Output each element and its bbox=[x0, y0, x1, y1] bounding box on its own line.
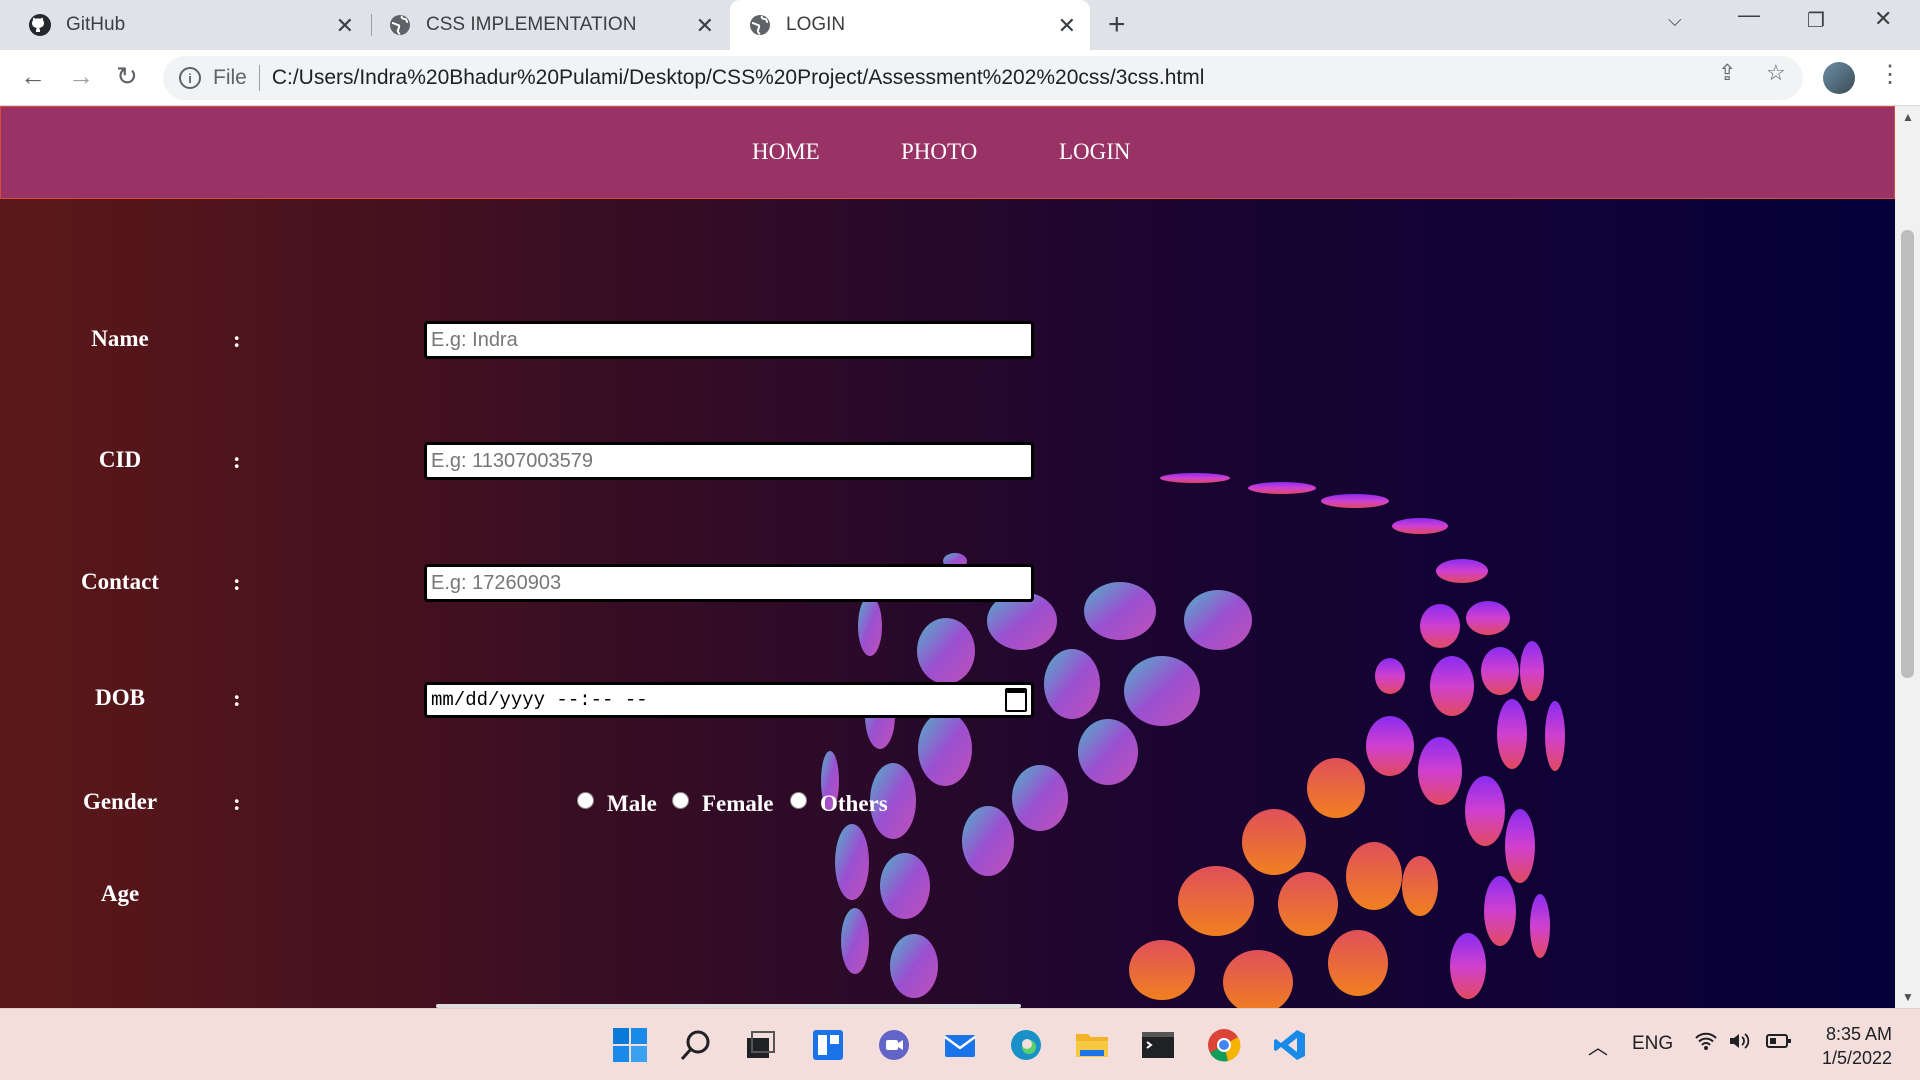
close-window-icon[interactable]: ✕ bbox=[1874, 6, 1892, 32]
volume-icon[interactable] bbox=[1728, 1031, 1752, 1057]
cid-label: CID bbox=[98, 447, 142, 472]
name-input[interactable] bbox=[424, 321, 1034, 359]
clock-time: 8:35 AM bbox=[1825, 1024, 1892, 1044]
nav-login-link[interactable]: LOGIN bbox=[1059, 139, 1131, 165]
terminal-icon[interactable] bbox=[1138, 1025, 1178, 1065]
share-icon[interactable]: ⇪ bbox=[1718, 60, 1736, 86]
minimize-icon[interactable]: — bbox=[1738, 2, 1760, 28]
gender-colon: : bbox=[233, 790, 241, 815]
calendar-icon[interactable] bbox=[1005, 688, 1027, 712]
forward-arrow-icon[interactable]: → bbox=[68, 61, 94, 92]
scroll-down-arrow-icon[interactable]: ▼ bbox=[1902, 990, 1914, 1004]
gender-male-radio[interactable] bbox=[577, 792, 594, 809]
name-label: Name bbox=[91, 326, 149, 351]
contact-label: Contact bbox=[81, 569, 159, 594]
close-tab-icon[interactable]: ✕ bbox=[696, 13, 714, 39]
page-scrollbar[interactable]: ▲ ▼ bbox=[1895, 106, 1920, 1008]
show-hidden-icons-chevron[interactable]: ︿ bbox=[1588, 1031, 1608, 1060]
scheme-label: File bbox=[213, 66, 247, 89]
close-tab-icon[interactable]: ✕ bbox=[1058, 13, 1076, 39]
task-view-icon[interactable] bbox=[740, 1025, 780, 1065]
menu-kebab-icon[interactable]: ⋮ bbox=[1878, 60, 1902, 89]
gender-label: Gender bbox=[82, 789, 158, 814]
tab-title: LOGIN bbox=[786, 14, 846, 35]
reload-icon[interactable]: ↻ bbox=[116, 61, 138, 92]
search-icon[interactable] bbox=[676, 1025, 716, 1065]
age-label: Age bbox=[100, 881, 140, 906]
nav-home-link[interactable]: HOME bbox=[752, 139, 820, 165]
back-arrow-icon[interactable]: ← bbox=[20, 61, 46, 92]
tab-login[interactable]: LOGIN ✕ bbox=[730, 0, 1090, 50]
chat-icon[interactable] bbox=[874, 1025, 914, 1065]
tab-title: CSS IMPLEMENTATION bbox=[426, 14, 637, 35]
wifi-icon[interactable] bbox=[1694, 1031, 1718, 1057]
gender-others-label: Others bbox=[820, 791, 888, 816]
scrollbar-thumb[interactable] bbox=[1901, 230, 1914, 678]
dob-datetime-input[interactable]: mm/dd/yyyy --:-- -- bbox=[424, 682, 1034, 718]
clock-date: 1/5/2022 bbox=[1822, 1048, 1893, 1068]
battery-icon[interactable] bbox=[1766, 1032, 1792, 1056]
windows-start-icon[interactable] bbox=[610, 1025, 650, 1065]
scroll-up-arrow-icon[interactable]: ▲ bbox=[1902, 110, 1914, 124]
divider bbox=[258, 65, 260, 91]
new-tab-icon[interactable]: + bbox=[1108, 8, 1126, 42]
tab-title: GitHub bbox=[66, 14, 126, 35]
file-explorer-icon[interactable] bbox=[1072, 1025, 1112, 1065]
tab-github[interactable]: GitHub ✕ bbox=[0, 0, 368, 50]
cid-colon: : bbox=[233, 448, 241, 473]
contact-input[interactable] bbox=[424, 564, 1034, 602]
dob-colon: : bbox=[233, 686, 241, 711]
page-body: HOME PHOTO LOGIN Name : CID : Contact : … bbox=[0, 106, 1895, 1008]
sphere-dots-illustration bbox=[821, 473, 1565, 1008]
tab-css-implementation[interactable]: CSS IMPLEMENTATION ✕ bbox=[372, 0, 728, 50]
url-text[interactable]: C:/Users/Indra%20Bhadur%20Pulami/Desktop… bbox=[272, 66, 1205, 90]
dob-label: DOB bbox=[95, 685, 145, 710]
cid-input[interactable] bbox=[424, 442, 1034, 480]
nav-photo-link[interactable]: PHOTO bbox=[901, 139, 977, 165]
tab-strip: GitHub ✕ CSS IMPLEMENTATION ✕ LOGIN ✕ + … bbox=[0, 0, 1920, 50]
bookmark-star-icon[interactable]: ☆ bbox=[1766, 60, 1786, 86]
dob-value: mm/dd/yyyy --:-- -- bbox=[431, 689, 648, 711]
github-icon bbox=[28, 13, 52, 37]
gender-male-label: Male bbox=[607, 791, 657, 816]
gender-female-radio[interactable] bbox=[672, 792, 689, 809]
globe-icon bbox=[388, 13, 412, 37]
vscode-icon[interactable] bbox=[1270, 1025, 1310, 1065]
edge-browser-icon[interactable] bbox=[1006, 1025, 1046, 1065]
profile-avatar[interactable] bbox=[1823, 62, 1855, 94]
omnibox[interactable]: i File C:/Users/Indra%20Bhadur%20Pulami/… bbox=[163, 56, 1803, 100]
system-clock[interactable]: 8:35 AM 1/5/2022 bbox=[1822, 1022, 1892, 1070]
chrome-icon[interactable] bbox=[1204, 1025, 1244, 1065]
top-navigation: HOME PHOTO LOGIN bbox=[0, 106, 1895, 199]
name-colon: : bbox=[233, 327, 241, 352]
address-toolbar: ← → ↻ i File C:/Users/Indra%20Bhadur%20P… bbox=[0, 50, 1920, 106]
taskbar: ︿ ENG 8:35 AM 1/5/2022 bbox=[0, 1008, 1920, 1080]
info-icon[interactable]: i bbox=[179, 67, 201, 89]
widgets-icon[interactable] bbox=[808, 1025, 848, 1065]
tab-search-chevron-icon[interactable]: ⌵ bbox=[1668, 10, 1682, 31]
language-indicator[interactable]: ENG bbox=[1632, 1033, 1673, 1055]
contact-colon: : bbox=[233, 570, 241, 595]
gender-others-radio[interactable] bbox=[790, 792, 807, 809]
gender-female-label: Female bbox=[702, 791, 774, 816]
mail-icon[interactable] bbox=[940, 1025, 980, 1065]
restore-icon[interactable]: ❐ bbox=[1807, 8, 1825, 33]
globe-icon bbox=[748, 13, 772, 37]
close-tab-icon[interactable]: ✕ bbox=[336, 13, 354, 39]
